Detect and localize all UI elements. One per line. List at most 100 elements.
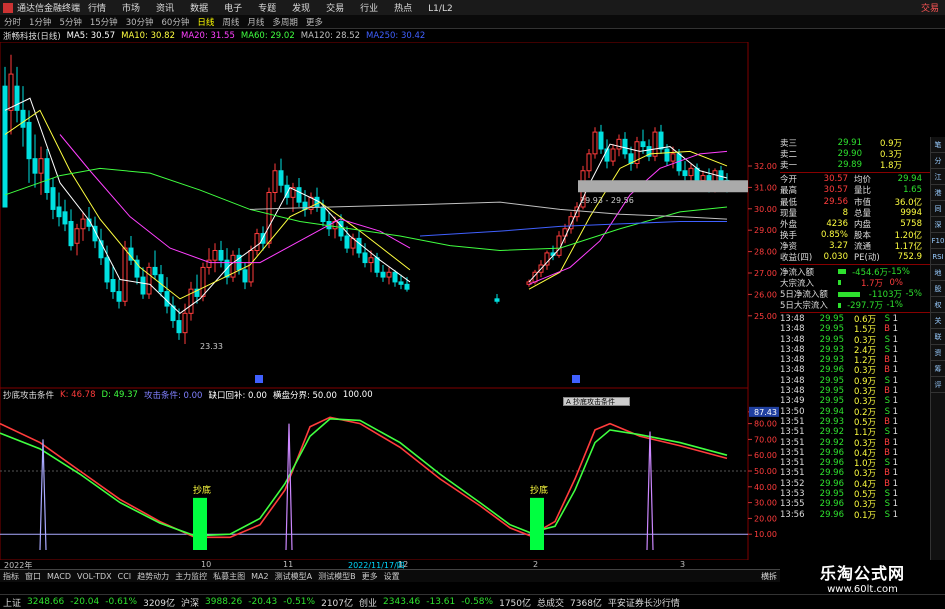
cell: 29.90 (837, 148, 862, 159)
menu-item[interactable]: L1/L2 (420, 4, 461, 14)
candle-body (50, 187, 56, 210)
side-tab[interactable]: 地 (931, 265, 945, 281)
cell: 0.3万 (879, 149, 902, 160)
side-tab[interactable]: 联 (931, 329, 945, 345)
menu-item[interactable]: 资讯 (148, 4, 182, 14)
signal-spike (646, 431, 654, 551)
menu-item[interactable]: 行情 (80, 4, 114, 14)
period-tab[interactable]: 30分钟 (122, 16, 158, 28)
side-tab[interactable]: 股 (931, 281, 945, 297)
cell: 29.95 (819, 324, 844, 335)
ask-row: 卖一 29.89 1.8万 (780, 159, 930, 171)
side-tab[interactable]: 关 (931, 313, 945, 329)
indicator-tab[interactable]: 窗口 (22, 571, 44, 582)
ma-value: MA120: 28.52 (300, 31, 361, 41)
candle-body (152, 266, 158, 276)
cell: 总量 (854, 208, 872, 219)
indicator-tab[interactable]: 更多 (359, 571, 381, 582)
cell: 13:56 (780, 509, 805, 520)
indicator-tab[interactable]: MA2 (248, 572, 271, 581)
side-tab[interactable]: 筹 (931, 361, 945, 377)
period-tab[interactable]: 周线 (218, 16, 243, 28)
candle-body (670, 153, 676, 162)
stat-row: 今开 30.57 均价 29.94 (780, 174, 930, 185)
flow-row: 5日大宗流入 -297.7万 -1% (780, 300, 930, 311)
candle-body (320, 206, 326, 222)
side-tab[interactable]: 资 (931, 345, 945, 361)
menu-item[interactable]: 热点 (386, 4, 420, 14)
side-tab[interactable]: 笔 (931, 137, 945, 153)
trade-link[interactable]: 交易 (921, 1, 939, 14)
cell: 13:48 (780, 355, 805, 366)
menu-item[interactable]: 发现 (284, 4, 318, 14)
side-tab[interactable]: 权 (931, 297, 945, 313)
x-tick-label: 3 (680, 560, 686, 569)
menu-item[interactable]: 数据 (182, 4, 216, 14)
indicator-tab[interactable]: 主力监控 (172, 571, 210, 582)
side-tab[interactable]: 分 (931, 153, 945, 169)
candle-body (344, 235, 350, 249)
indicator-popup[interactable]: A 抄底攻击条件 (563, 397, 630, 406)
side-tab[interactable]: RSI (931, 249, 945, 265)
side-tab[interactable]: 评 (931, 377, 945, 393)
price-tick-label: 27.00 (754, 269, 777, 278)
period-tab[interactable]: 15分钟 (86, 16, 122, 28)
period-tab[interactable]: 日线 (193, 16, 218, 28)
indicator-tab[interactable]: 测试模型B (315, 571, 359, 582)
price-range-label: 29.93 - 29.56 (580, 196, 634, 205)
period-tab[interactable]: 60分钟 (158, 16, 194, 28)
period-tab[interactable]: 多周期 (268, 16, 302, 28)
cell: 29.95 (819, 396, 844, 407)
side-tab[interactable]: 江 (931, 169, 945, 185)
cell: 29.92 (819, 437, 844, 448)
indicator-tab[interactable]: MACD (44, 572, 74, 581)
layout-mode-button[interactable]: 横拆 (758, 571, 780, 582)
cell: B (884, 365, 890, 376)
cell: 29.96 (819, 447, 844, 458)
cell: 29.95 (819, 313, 844, 324)
menu-item[interactable]: 交易 (318, 4, 352, 14)
cell: 13:51 (780, 468, 805, 479)
ind-tick-label: 80.00 (754, 420, 777, 429)
status-item: 2107亿 (321, 598, 353, 609)
period-tab[interactable]: 分时 (0, 16, 25, 28)
period-tab[interactable]: 月线 (243, 16, 268, 28)
menu-item[interactable]: 市场 (114, 4, 148, 14)
indicator-tab[interactable]: CCI (115, 572, 135, 581)
cell: 外盘 (780, 219, 798, 230)
status-item: -0.58% (461, 597, 494, 607)
period-tab[interactable]: 1分钟 (25, 16, 55, 28)
cell: 4236 (826, 218, 848, 229)
side-tab[interactable]: F10 (931, 233, 945, 249)
side-tab[interactable]: 深 (931, 217, 945, 233)
candle-body (74, 228, 80, 244)
candle-body (398, 281, 404, 285)
event-marker (572, 375, 580, 383)
candle-body (62, 211, 68, 225)
ma-value: MA20: 31.55 (180, 31, 235, 41)
side-tab[interactable]: 同 (931, 201, 945, 217)
cell: B (884, 447, 890, 458)
side-tab[interactable]: 港 (931, 185, 945, 201)
indicator-tab[interactable]: 测试模型A (272, 571, 315, 582)
candle-body (380, 271, 386, 278)
menu-item[interactable]: 专题 (250, 4, 284, 14)
indicator-tab[interactable]: 设置 (381, 571, 403, 582)
indicator-tab[interactable]: 指标 (0, 571, 22, 582)
menu-item[interactable]: 行业 (352, 4, 386, 14)
indicator-tab[interactable]: 趋势动力 (134, 571, 172, 582)
candle-body (586, 153, 592, 172)
indicator-tab[interactable]: VOL-TDX (74, 572, 115, 581)
candle-body (176, 320, 182, 334)
candle-body (272, 170, 278, 193)
period-tab[interactable]: 更多 (302, 16, 327, 28)
cell: 收益(四) (780, 253, 813, 264)
flow-row: 大宗流入 1.7万 0% (780, 277, 930, 289)
period-tab[interactable]: 5分钟 (55, 16, 85, 28)
menu-item[interactable]: 电子 (216, 4, 250, 14)
cell: 29.96 (819, 468, 844, 479)
kline-chart[interactable]: 32.00 31.00 30.00 29.00 28.00 27.00 26.00 25.00… (0, 42, 780, 560)
indicator-tab[interactable]: 私募主图 (210, 571, 248, 582)
cell: 30.57 (823, 185, 848, 196)
cell: 1 (892, 386, 898, 397)
